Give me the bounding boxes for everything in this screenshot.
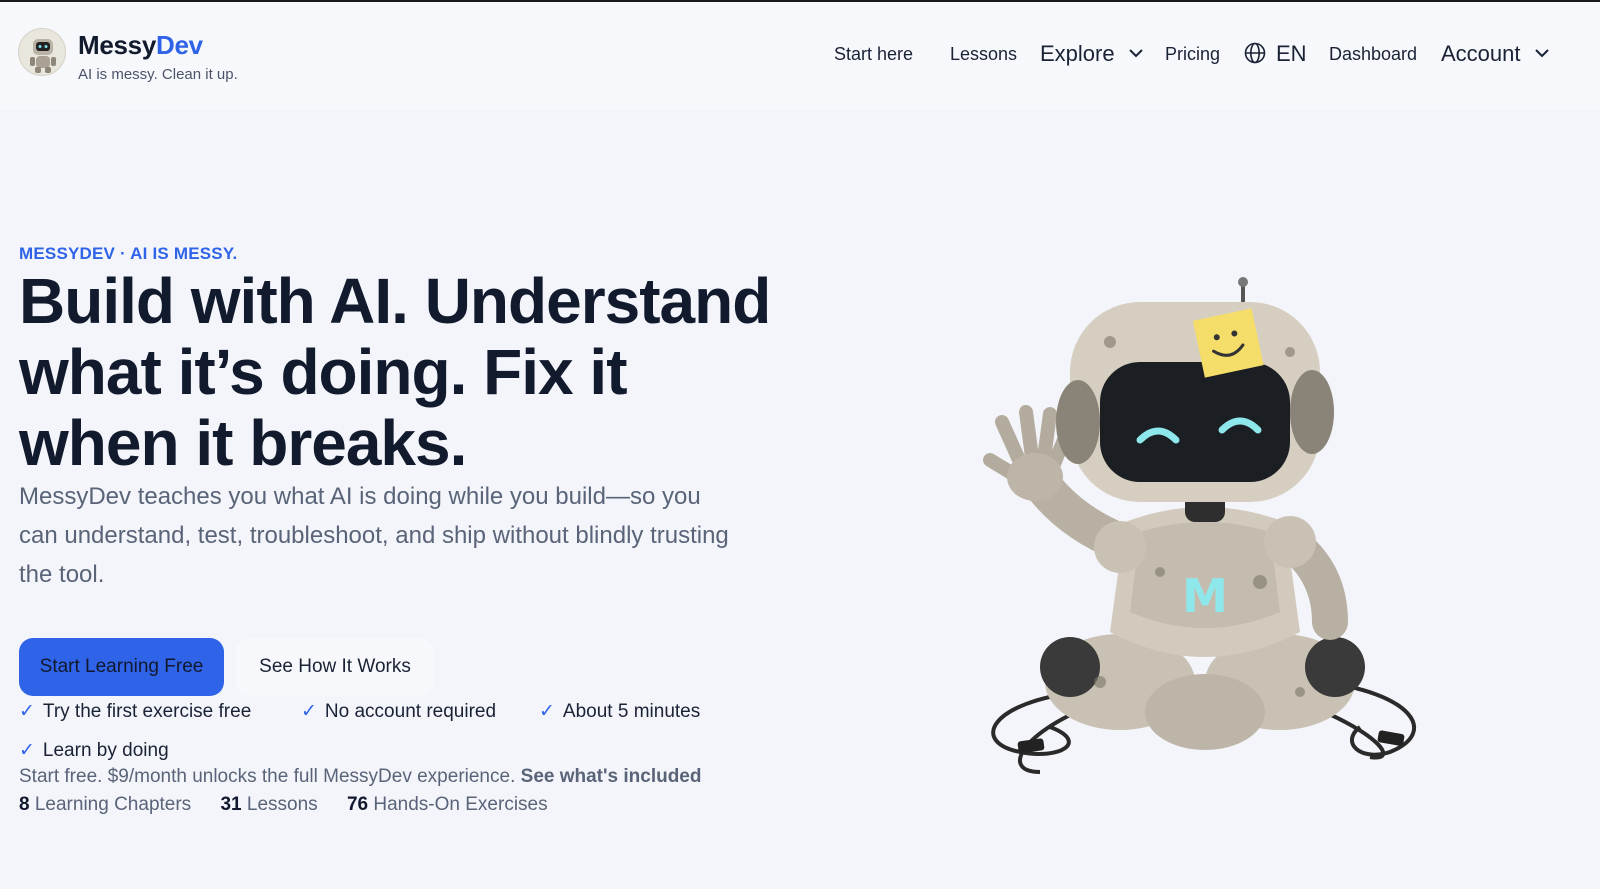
pricing-note: Start free. $9/month unlocks the full Me… [19, 766, 701, 788]
hero-title-line2: what it’s doing. Fix it [19, 336, 627, 408]
stat-lessons: 31 Lessons [220, 794, 318, 815]
stat-exercises: 76 Hands-On Exercises [346, 794, 548, 815]
globe-icon [1244, 42, 1266, 64]
brand-name-part1: Messy [78, 30, 156, 60]
robot-mascot-illustration: M [960, 272, 1450, 782]
hero-title: Build with AI. Understand what it’s doin… [19, 266, 839, 479]
site-header: MessyDev AI is messy. Clean it up. Start… [0, 2, 1600, 110]
nav-account[interactable]: Account [1441, 32, 1549, 76]
stats-row: 8 Learning Chapters 31 Lessons 76 Hands-… [19, 794, 572, 816]
check-icon: ✓ [539, 701, 555, 722]
hero-title-line1: Build with AI. Understand [19, 265, 771, 337]
robot-chest-letter: M [1182, 569, 1228, 623]
chevron-down-icon [1129, 48, 1143, 58]
check-item: ✓ Try the first exercise free [19, 701, 252, 722]
nav-pricing[interactable]: Pricing [1165, 32, 1220, 76]
language-selector[interactable]: EN [1244, 32, 1307, 76]
nav-explore[interactable]: Explore [1040, 32, 1143, 76]
nav-lessons[interactable]: Lessons [950, 32, 1017, 76]
nav-account-label: Account [1441, 41, 1521, 66]
robot-logo-icon[interactable] [18, 28, 66, 76]
nav-start-here[interactable]: Start here [834, 32, 913, 76]
pricing-note-text: Start free. $9/month unlocks the full Me… [19, 766, 516, 787]
check-icon: ✓ [301, 701, 317, 722]
brand-name[interactable]: MessyDev [78, 30, 203, 61]
see-whats-included-link[interactable]: See what's included [521, 766, 702, 787]
nav-explore-label: Explore [1040, 41, 1115, 66]
hero-title-line3: when it breaks. [19, 407, 467, 479]
hero-lead: MessyDev teaches you what AI is doing wh… [19, 483, 729, 588]
check-icon: ✓ [19, 740, 35, 761]
nav-dashboard[interactable]: Dashboard [1329, 32, 1417, 76]
stat-chapters: 8 Learning Chapters [19, 794, 192, 815]
start-learning-button[interactable]: Start Learning Free [19, 638, 224, 696]
check-icon: ✓ [19, 701, 35, 722]
hero-eyebrow: MESSYDEV · AI IS MESSY. [19, 244, 238, 263]
check-item: ✓ No account required [301, 701, 497, 722]
chevron-down-icon [1534, 48, 1549, 58]
check-item: ✓ Learn by doing [19, 740, 169, 761]
language-label: EN [1276, 41, 1307, 66]
brand-tagline: AI is messy. Clean it up. [78, 66, 238, 83]
see-how-it-works-button[interactable]: See How It Works [236, 638, 434, 696]
check-item: ✓ About 5 minutes [539, 701, 701, 722]
brand-name-part2: Dev [156, 30, 203, 60]
